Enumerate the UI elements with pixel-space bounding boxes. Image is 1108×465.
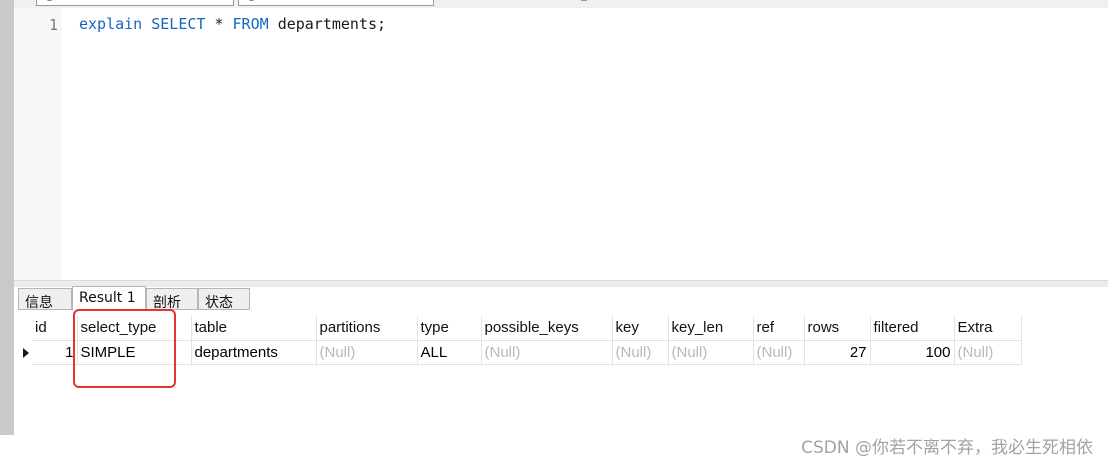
keyword-from: FROM [232, 15, 269, 33]
tab-info[interactable]: 信息 [18, 288, 72, 311]
tab-result-1[interactable]: Result 1 [72, 286, 146, 311]
col-header-table[interactable]: table [191, 316, 317, 341]
keyword-explain: explain [79, 15, 143, 33]
cell-type[interactable]: ALL [417, 340, 482, 365]
line-number-gutter: 1 [14, 8, 62, 280]
tab-scroll-mark [581, 0, 587, 1]
cell-extra[interactable]: (Null) [954, 340, 1022, 365]
row-indicator-header [18, 316, 32, 340]
col-header-extra[interactable]: Extra [954, 316, 1022, 341]
cell-key[interactable]: (Null) [612, 340, 669, 365]
watermark: CSDN @你若不离不弃，我必生死相依 [801, 438, 1093, 458]
left-panel-edge [0, 0, 14, 435]
col-header-filtered[interactable]: filtered [870, 316, 955, 341]
cell-partitions[interactable]: (Null) [316, 340, 418, 365]
col-header-partitions[interactable]: partitions [316, 316, 418, 341]
cell-table[interactable]: departments [191, 340, 317, 365]
col-header-possible-keys[interactable]: possible_keys [481, 316, 613, 341]
cell-key-len[interactable]: (Null) [668, 340, 754, 365]
table-identifier: departments; [277, 15, 387, 33]
tab-status[interactable]: 状态 [198, 288, 250, 311]
sql-editor[interactable]: 1 explain SELECT * FROM departments; [14, 8, 1108, 280]
code-line[interactable]: explain SELECT * FROM departments; [79, 15, 386, 33]
col-header-key-len[interactable]: key_len [668, 316, 754, 341]
line-number: 1 [48, 16, 58, 34]
query-tab-strip [14, 0, 1108, 8]
cell-id[interactable]: 1 [32, 340, 78, 365]
select-type-highlight-box [73, 309, 176, 388]
cell-possible-keys[interactable]: (Null) [481, 340, 613, 365]
col-header-rows[interactable]: rows [804, 316, 871, 341]
col-header-key[interactable]: key [612, 316, 669, 341]
query-tab-2[interactable] [238, 0, 434, 6]
col-header-ref[interactable]: ref [753, 316, 805, 341]
cell-rows[interactable]: 27 [804, 340, 871, 365]
cell-filtered[interactable]: 100 [870, 340, 955, 365]
current-row-arrow-icon [23, 348, 29, 358]
query-tab-icon [247, 0, 256, 1]
keyword-select: SELECT [151, 15, 206, 33]
query-tab-icon [45, 0, 54, 1]
cell-ref[interactable]: (Null) [753, 340, 805, 365]
select-star: * [214, 15, 224, 33]
query-tab-1[interactable] [36, 0, 234, 6]
pane-splitter[interactable] [14, 280, 1108, 287]
col-header-type[interactable]: type [417, 316, 482, 341]
tab-profile[interactable]: 剖析 [146, 288, 198, 311]
row-indicator [18, 340, 32, 364]
col-header-id[interactable]: id [32, 316, 78, 341]
